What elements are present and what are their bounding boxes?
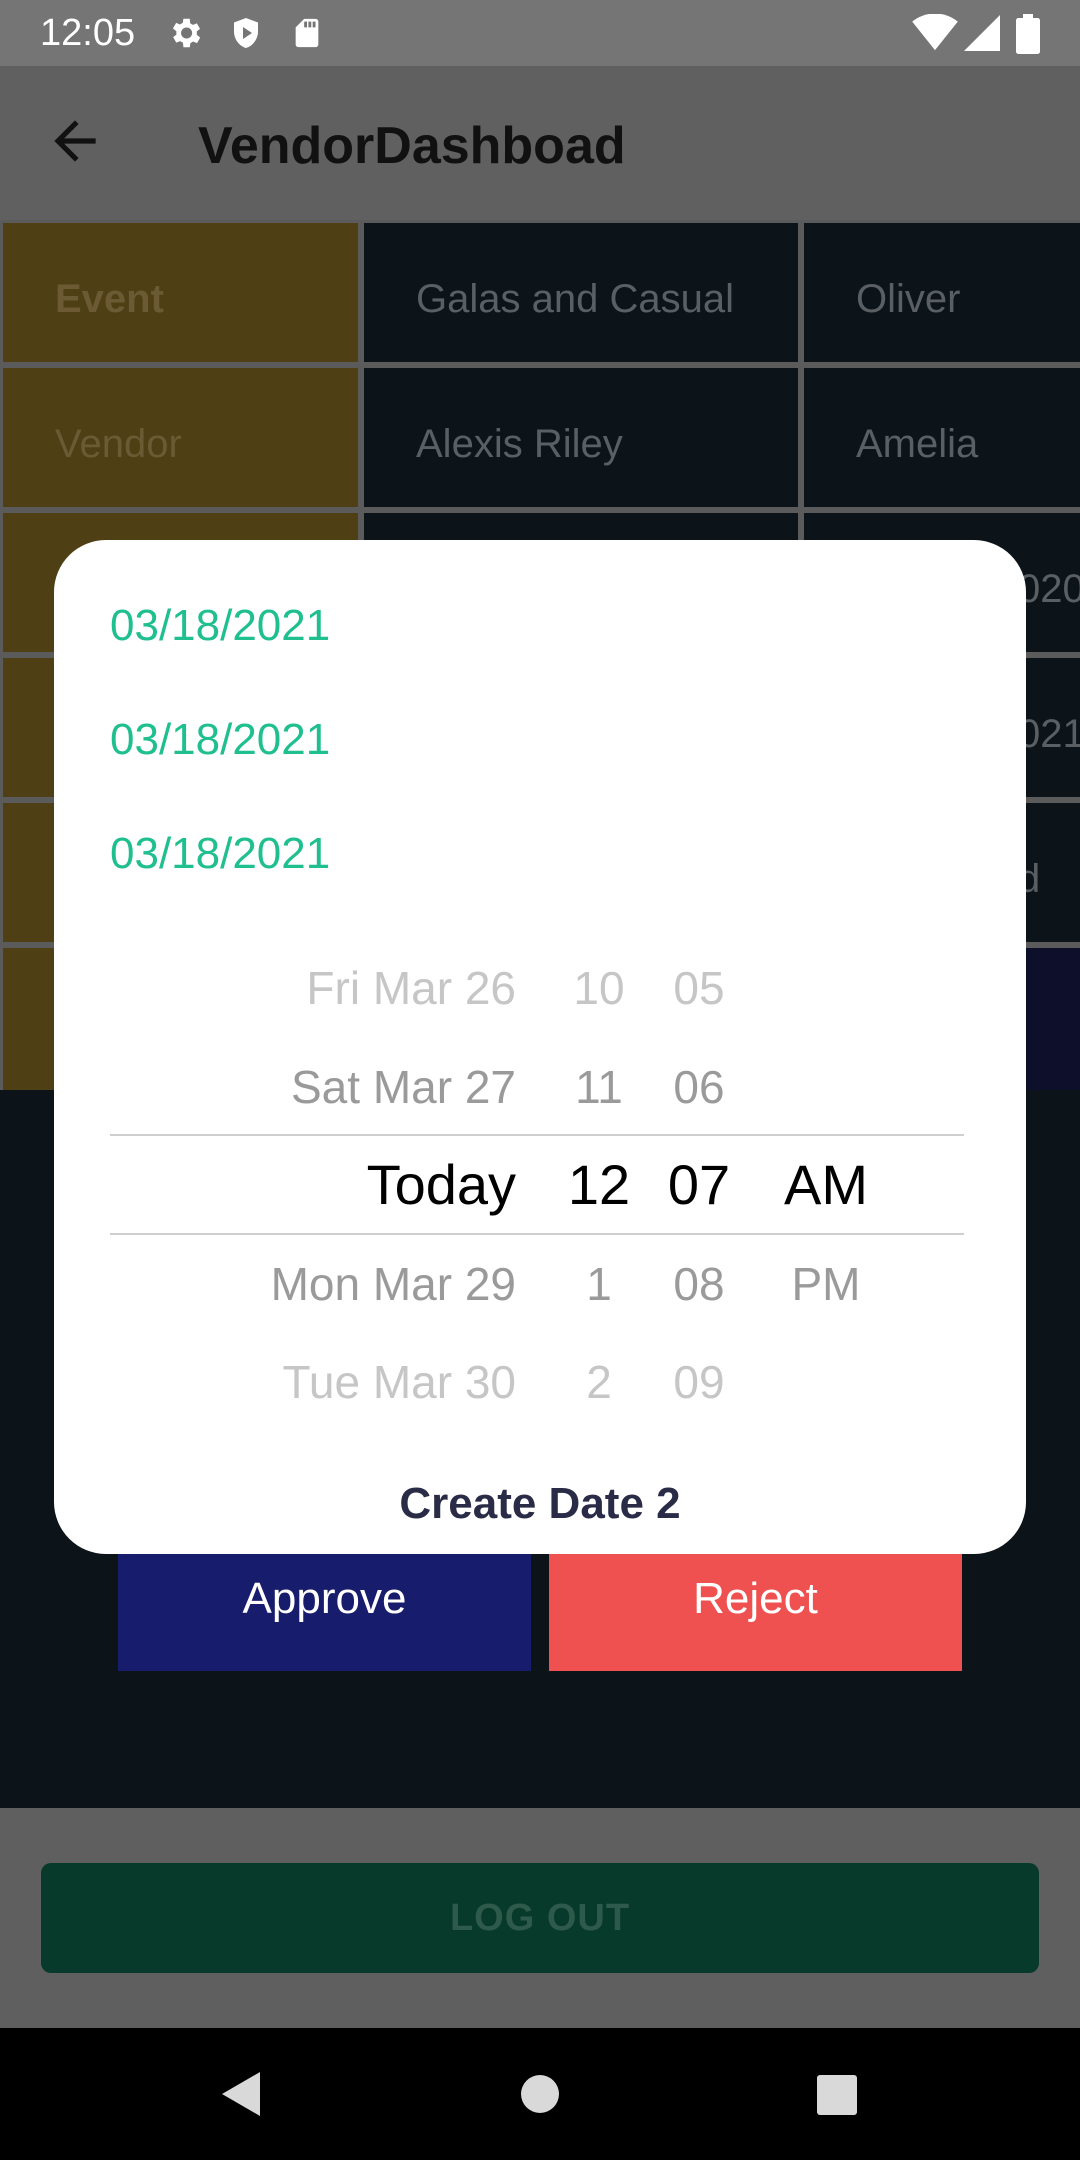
- arrow-left-icon[interactable]: [44, 110, 106, 172]
- picker-ampm: AM: [784, 1153, 868, 1216]
- recents-square-icon[interactable]: [816, 2074, 858, 2116]
- picker-minute: 05: [673, 962, 725, 1014]
- table-cell: Amelia: [804, 368, 1080, 507]
- picker-minute: 06: [673, 1061, 725, 1113]
- picker-minute: 07: [667, 1153, 731, 1216]
- picker-row[interactable]: Tue Mar 30 2 09: [54, 1333, 1026, 1431]
- table-cell: Oliver: [804, 223, 1080, 362]
- picker-day: Mon Mar 29: [270, 1258, 516, 1310]
- picker-day: Sat Mar 27: [291, 1061, 516, 1113]
- picker-day: Today: [366, 1153, 516, 1216]
- date-picker-dialog: 03/18/2021 03/18/2021 03/18/2021 Fri Mar…: [54, 540, 1026, 1554]
- picker-day: Fri Mar 26: [306, 962, 516, 1014]
- picker-row[interactable]: Fri Mar 26 10 05: [54, 939, 1026, 1037]
- back-triangle-icon[interactable]: [218, 2068, 264, 2120]
- picker-minute: 08: [673, 1258, 725, 1310]
- date-value[interactable]: 03/18/2021: [110, 714, 330, 766]
- page-title: VendorDashboad: [198, 117, 626, 175]
- picker-hour: 2: [586, 1356, 612, 1408]
- app-bar: VendorDashboad: [0, 66, 1080, 220]
- picker-row[interactable]: Mon Mar 29 1 08 PM: [54, 1235, 1026, 1333]
- picker-hour: 1: [586, 1258, 612, 1310]
- dialog-caption: Create Date 2: [399, 1479, 681, 1528]
- picker-minute: 09: [673, 1356, 725, 1408]
- datetime-wheel-picker[interactable]: Fri Mar 26 10 05 Sat Mar 27 11 06 Today …: [54, 940, 1026, 1440]
- logout-button[interactable]: LOG OUT: [41, 1863, 1039, 1973]
- date-value[interactable]: 03/18/2021: [110, 828, 330, 880]
- table-cell: Alexis Riley: [364, 368, 798, 507]
- picker-row-selected[interactable]: Today 12 07 AM: [54, 1136, 1026, 1234]
- wifi-icon: [912, 14, 958, 51]
- sd-card-icon: [295, 18, 319, 48]
- table-row-label: Vendor: [3, 368, 358, 507]
- home-circle-icon[interactable]: [520, 2074, 560, 2114]
- signal-icon: [964, 15, 1000, 51]
- table-cell: Galas and Casual: [364, 223, 798, 362]
- picker-hour: 11: [575, 1061, 623, 1113]
- picker-day: Tue Mar 30: [282, 1356, 516, 1408]
- picker-hour: 10: [573, 962, 625, 1014]
- status-bar: 12:05: [0, 0, 1080, 66]
- picker-row[interactable]: Sat Mar 27 11 06: [54, 1038, 1026, 1136]
- picker-hour: 12: [567, 1153, 631, 1216]
- picker-ampm: PM: [791, 1258, 861, 1310]
- battery-icon: [1016, 14, 1040, 54]
- system-nav-bar: [0, 2028, 1080, 2160]
- table-row-label: Event: [3, 223, 358, 362]
- gear-icon: [172, 18, 201, 48]
- shield-icon: [234, 18, 258, 48]
- date-value[interactable]: 03/18/2021: [110, 600, 330, 652]
- status-time: 12:05: [40, 12, 136, 54]
